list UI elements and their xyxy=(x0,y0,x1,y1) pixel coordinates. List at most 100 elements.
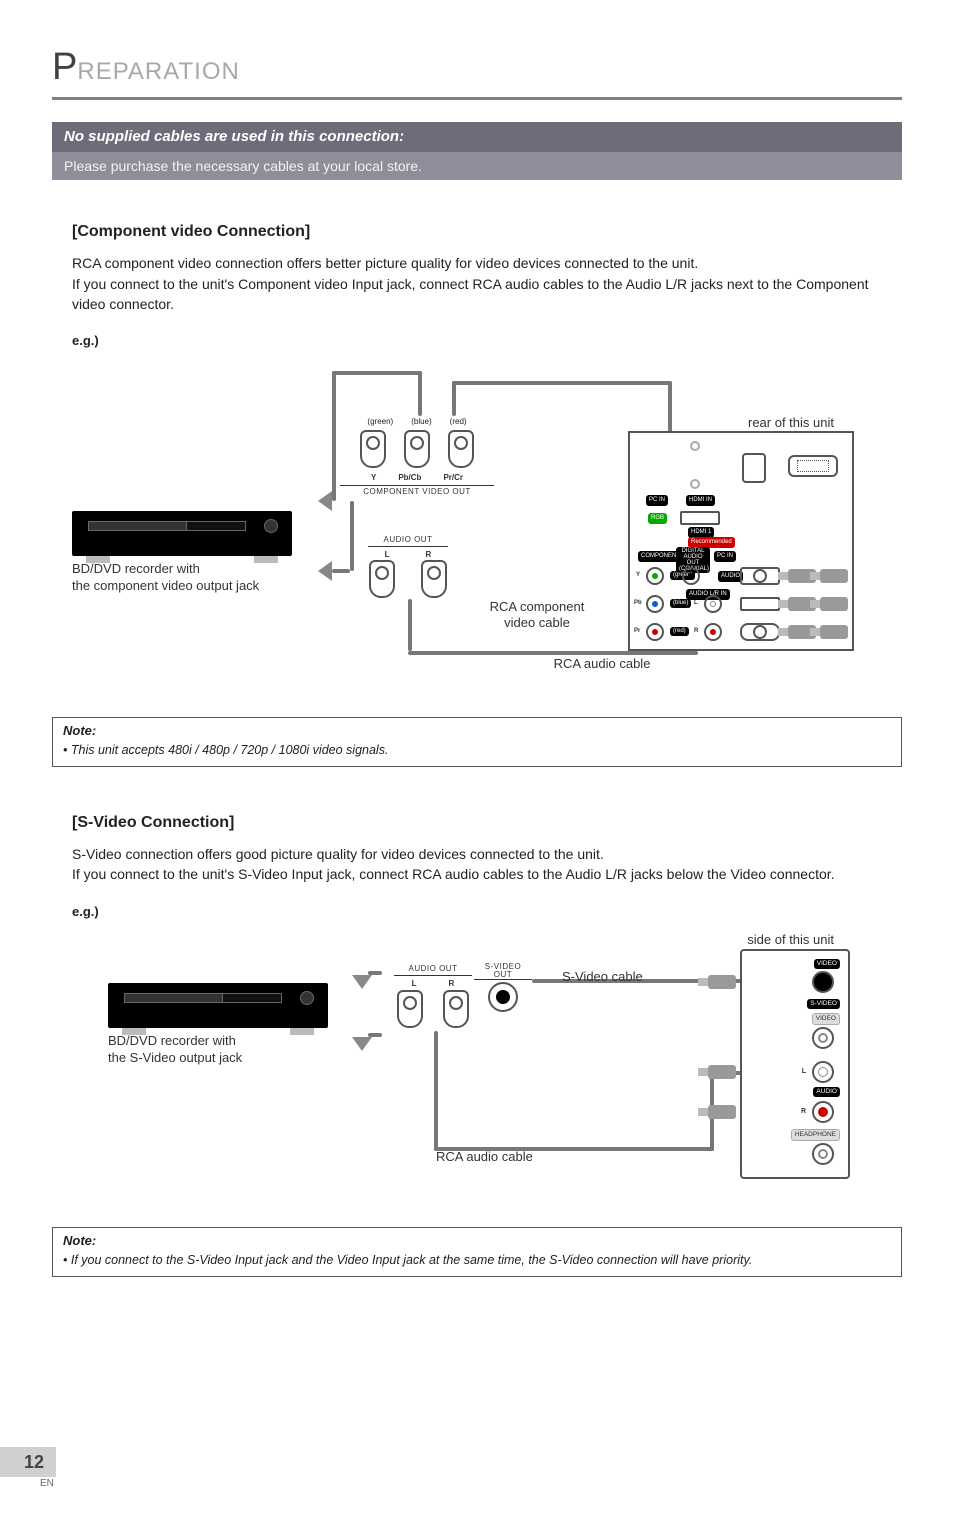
rca-jack-pr xyxy=(448,430,474,468)
rca-jack-y xyxy=(360,430,386,468)
page-number-tab: 12 xyxy=(0,1447,56,1477)
device-label-sv: BD/DVD recorder with the S-Video output … xyxy=(108,1033,348,1067)
sv-audio-l: L xyxy=(412,978,417,990)
plug-icon xyxy=(708,1065,736,1079)
sp-headphone-jack xyxy=(812,1143,834,1165)
side-of-unit-label: side of this unit xyxy=(747,931,834,950)
rear-jack-pb xyxy=(646,595,664,613)
cable-icon xyxy=(452,381,672,385)
audio-l-label: L xyxy=(385,549,390,561)
svideo-diagram: side of this unit BD/DVD recorder with t… xyxy=(72,931,882,1191)
plug-icon xyxy=(708,975,736,989)
component-heading: [Component video Connection] xyxy=(72,220,882,243)
eg-label-1: e.g.) xyxy=(72,332,882,351)
sp-svideo-jack xyxy=(812,971,834,993)
note-item-2: If you connect to the S-Video Input jack… xyxy=(63,1253,752,1267)
svideo-note: Note: If you connect to the S-Video Inpu… xyxy=(52,1227,902,1277)
section-rest: REPARATION xyxy=(77,58,239,85)
cable-icon xyxy=(434,1031,438,1151)
svideo-out-box: S-VIDEO OUT xyxy=(468,963,538,1012)
arrow-icon xyxy=(318,491,332,511)
plug-icon xyxy=(708,1105,736,1119)
cable-icon xyxy=(332,371,422,375)
component-body: RCA component video connection offers be… xyxy=(72,253,882,314)
jack-red-label: (red) xyxy=(450,416,467,428)
component-note: Note: This unit accepts 480i / 480p / 72… xyxy=(52,717,902,767)
sp-audio-r-jack xyxy=(812,1101,834,1123)
component-section: [Component video Connection] RCA compone… xyxy=(52,220,902,681)
no-cable-banner: No supplied cables are used in this conn… xyxy=(52,122,902,180)
note-title-2: Note: xyxy=(63,1232,891,1251)
rear-jack-pr xyxy=(646,623,664,641)
note-item: This unit accepts 480i / 480p / 720p / 1… xyxy=(63,743,388,757)
rear-pb: Pb xyxy=(634,599,642,608)
cable-icon xyxy=(408,651,698,655)
pcin2-pill: PC IN xyxy=(714,551,736,562)
rear-jack-coax xyxy=(682,567,700,585)
rca-audio-cable-label-2: RCA audio cable xyxy=(436,1149,533,1165)
cable-icon xyxy=(408,599,412,651)
banner-subtitle: Please purchase the necessary cables at … xyxy=(52,152,902,180)
rear-l: L xyxy=(694,599,698,608)
rca-audio2-l xyxy=(397,990,423,1028)
page-number: 12 xyxy=(24,1452,44,1472)
rca-audio-cable-label: RCA audio cable xyxy=(512,656,692,672)
svideo-cable-label: S-Video cable xyxy=(562,969,643,985)
sp-l: L xyxy=(802,1067,806,1077)
sp-video2-pill: VIDEO xyxy=(812,1013,840,1024)
arrow-icon xyxy=(352,975,372,989)
pb-label: Pb/Cb xyxy=(398,472,421,484)
rear-red-pill: (red) xyxy=(670,627,689,636)
rear-jack-r xyxy=(704,623,722,641)
sp-audio-l-jack xyxy=(812,1061,834,1083)
page-footer: 12 EN xyxy=(0,1437,954,1477)
rear-blue-pill: (blue) xyxy=(670,599,691,608)
bd-dvd-recorder xyxy=(72,511,292,556)
component-diagram: BD/DVD recorder with the component video… xyxy=(72,361,882,681)
cable-icon xyxy=(368,971,382,975)
jack-blue-label: (blue) xyxy=(411,416,431,428)
y-label: Y xyxy=(371,472,376,484)
arrow-icon xyxy=(318,561,332,581)
plug-icon xyxy=(820,625,848,639)
svideo-section: [S-Video Connection] S-Video connection … xyxy=(52,811,902,1192)
tv-back-panel: PC IN HDMI IN RGB HDMI 1 Recommended COM… xyxy=(628,431,854,651)
sp-r: R xyxy=(801,1107,806,1117)
sv-audio-r: R xyxy=(449,978,455,990)
pcin-pill: PC IN xyxy=(646,495,668,506)
pr-label: Pr/Cr xyxy=(443,472,463,484)
rear-jack-y xyxy=(646,567,664,585)
rear-y: Y xyxy=(636,571,640,580)
audio-out-box: AUDIO OUT L R xyxy=(348,534,468,602)
cable-icon xyxy=(332,569,350,573)
arrow-icon xyxy=(352,1037,372,1051)
sp-headphone-pill: HEADPHONE xyxy=(791,1129,840,1140)
cable-icon xyxy=(418,371,422,416)
svideo-heading: [S-Video Connection] xyxy=(72,811,882,834)
note-title: Note: xyxy=(63,722,891,741)
hdmi1-slot xyxy=(680,511,720,525)
svideo-body: S-Video connection offers good picture q… xyxy=(72,844,882,885)
sp-video-pill: VIDEO xyxy=(814,959,840,968)
rca-audio2-r xyxy=(443,990,469,1028)
rca-jack-pb xyxy=(404,430,430,468)
device-label: BD/DVD recorder with the component video… xyxy=(72,561,312,595)
pc-audio-jack xyxy=(740,567,780,585)
section-initial: P xyxy=(52,40,77,95)
plug-icon xyxy=(820,597,848,611)
svideo-jack xyxy=(488,982,518,1012)
jack-green-label: (green) xyxy=(367,416,393,428)
hdmiin-pill: HDMI IN xyxy=(686,495,715,506)
rca-audio-l xyxy=(369,560,395,598)
cable-icon xyxy=(332,371,336,501)
cable-icon xyxy=(452,381,456,416)
banner-title: No supplied cables are used in this conn… xyxy=(52,122,902,152)
section-header: PREPARATION xyxy=(52,40,902,100)
audio-out-caption-sv: AUDIO OUT xyxy=(394,963,472,976)
sp-audio-pill: AUDIO xyxy=(813,1087,840,1096)
eg-label-2: e.g.) xyxy=(72,903,882,922)
plug-icon xyxy=(820,569,848,583)
cable-icon xyxy=(368,1033,382,1037)
hdmi2-slot xyxy=(740,597,780,611)
component-video-out: (green) (blue) (red) Y Pb/Cb Pr/Cr COMPO… xyxy=(332,416,502,498)
